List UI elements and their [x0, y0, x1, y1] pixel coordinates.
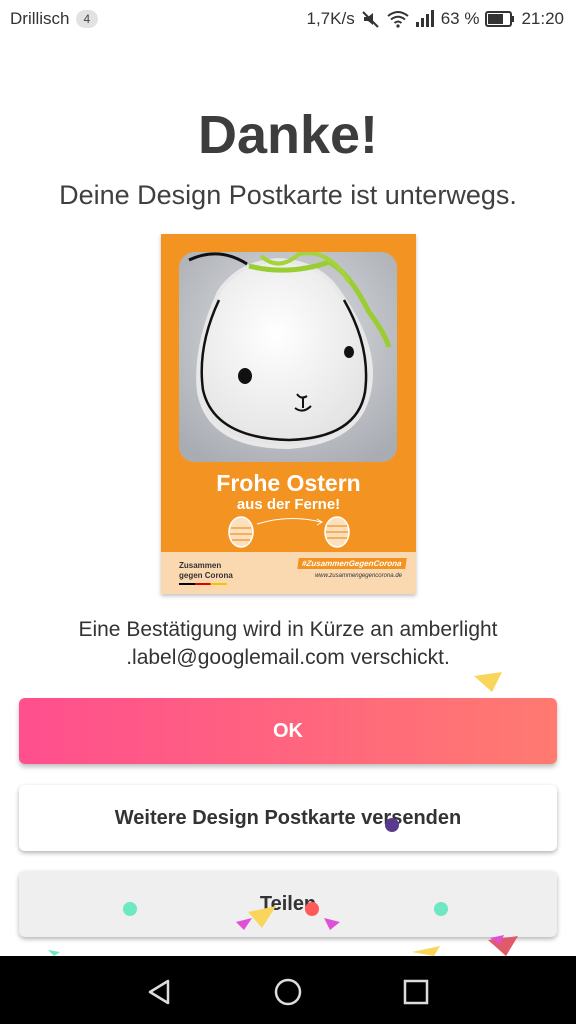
postcard-headline: Frohe Ostern	[216, 470, 361, 496]
postcard-preview: Frohe Ostern aus der Ferne! Zusammen geg…	[161, 234, 416, 594]
postcard-footer: Zusammen gegen Corona #ZusammenGegenCoro…	[161, 552, 416, 594]
confirmation-text: Eine Bestätigung wird in Kürze an amberl…	[40, 616, 536, 672]
german-flag-stripe	[179, 583, 227, 585]
footer-brand-line2: gegen Corona	[179, 571, 233, 580]
postcard-hashtag: #ZusammenGegenCorona	[297, 558, 407, 569]
wifi-icon	[387, 10, 409, 28]
mute-icon	[361, 9, 381, 29]
easter-eggs-icon	[228, 516, 350, 548]
send-another-postcard-button[interactable]: Weitere Design Postkarte versenden	[19, 785, 557, 851]
battery-percent: 63 %	[440, 9, 480, 28]
postcard-footer-brand: Zusammen gegen Corona	[179, 561, 233, 581]
footer-brand-line1: Zusammen	[179, 561, 222, 570]
confirmation-line-2: .label@googlemail.com verschickt.	[126, 646, 450, 669]
carrier-name: Drillisch	[10, 9, 70, 28]
clock: 21:20	[521, 9, 564, 28]
navigation-bar	[0, 956, 576, 1024]
home-icon[interactable]	[272, 976, 304, 1008]
ok-button[interactable]: OK	[19, 698, 557, 764]
status-left: Drillisch 4	[10, 9, 99, 29]
confirmation-line-1: Eine Bestätigung wird in Kürze an amberl…	[78, 618, 498, 641]
battery-icon	[485, 11, 515, 27]
network-speed: 1,7K/s	[306, 9, 355, 28]
postcard-subline: aus der Ferne!	[236, 496, 341, 513]
page-title: Danke!	[197, 105, 379, 165]
postcard-url: www.zusammengegencorona.de	[314, 573, 402, 579]
back-icon[interactable]	[144, 976, 176, 1008]
recents-icon[interactable]	[400, 976, 432, 1008]
carrier-badge: 4	[75, 10, 99, 28]
signal-icon	[415, 10, 435, 28]
bunny-bag-photo	[179, 252, 397, 462]
status-bar: Drillisch 4 1,7K/s 63 % 21:20	[0, 0, 576, 40]
page-subtitle: Deine Design Postkarte ist unterwegs.	[59, 180, 517, 210]
share-button[interactable]: Teilen	[19, 871, 557, 937]
status-right: 1,7K/s 63 % 21:20	[307, 9, 565, 29]
